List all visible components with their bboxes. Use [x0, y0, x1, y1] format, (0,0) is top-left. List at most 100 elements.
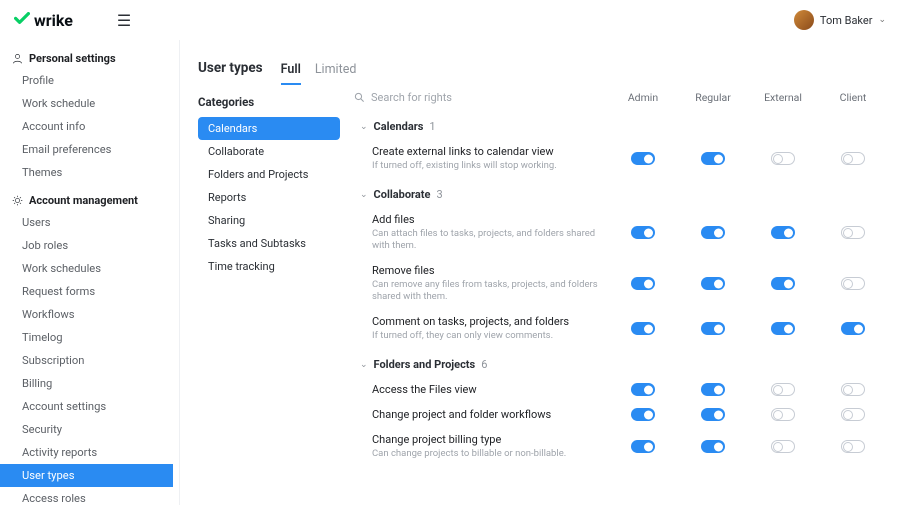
right-desc: If turned off, they can only view commen… [372, 330, 608, 342]
group-header[interactable]: ⌄Calendars 1 [354, 110, 894, 139]
toggle[interactable] [771, 383, 795, 396]
toggle[interactable] [631, 408, 655, 421]
sidebar-section-personal: Personal settings [0, 48, 179, 69]
sidebar-item[interactable]: Account info [0, 115, 179, 138]
toggle[interactable] [771, 226, 795, 239]
toggle[interactable] [841, 383, 865, 396]
toggle[interactable] [841, 322, 865, 335]
toggle[interactable] [701, 383, 725, 396]
logo[interactable]: wrike [14, 11, 73, 30]
toggle[interactable] [841, 152, 865, 165]
category-item[interactable]: Reports [198, 186, 340, 209]
sidebar-item[interactable]: Security [0, 418, 179, 441]
menu-toggle-icon[interactable]: ☰ [117, 11, 131, 30]
toggle[interactable] [841, 277, 865, 290]
toggle[interactable] [771, 322, 795, 335]
sidebar-item[interactable]: User types [0, 464, 173, 487]
main: User types Full Limited Categories Calend… [180, 0, 900, 505]
right-row: Add filesCan attach files to tasks, proj… [354, 207, 894, 258]
right-title: Remove files [372, 264, 608, 277]
sidebar-item[interactable]: Work schedules [0, 257, 179, 280]
right-row: Comment on tasks, projects, and folders I… [354, 309, 894, 348]
logo-text: wrike [34, 11, 73, 30]
column-header: Client [818, 91, 888, 104]
group-count: 3 [436, 188, 442, 201]
category-item[interactable]: Time tracking [198, 255, 340, 278]
sidebar-item[interactable]: Job roles [0, 234, 179, 257]
toggle[interactable] [771, 277, 795, 290]
group-name: Collaborate [374, 188, 431, 201]
right-desc: Can attach files to tasks, projects, and… [372, 228, 608, 252]
toggle[interactable] [631, 322, 655, 335]
toggle[interactable] [701, 408, 725, 421]
toggle[interactable] [771, 152, 795, 165]
category-item[interactable]: Tasks and Subtasks [198, 232, 340, 255]
toggle[interactable] [701, 226, 725, 239]
right-title: Comment on tasks, projects, and folders [372, 315, 608, 328]
toggle[interactable] [701, 152, 725, 165]
toggle[interactable] [701, 322, 725, 335]
group-header[interactable]: ⌄Collaborate 3 [354, 178, 894, 207]
category-item[interactable]: Calendars [198, 117, 340, 140]
sidebar-section-account-label: Account management [29, 194, 138, 207]
toggle[interactable] [631, 277, 655, 290]
category-item[interactable]: Collaborate [198, 140, 340, 163]
sidebar-item[interactable]: Billing [0, 372, 179, 395]
column-header: Regular [678, 91, 748, 104]
search-placeholder: Search for rights [371, 91, 452, 104]
search-input[interactable]: Search for rights [354, 91, 608, 104]
sidebar-section-personal-label: Personal settings [29, 52, 116, 65]
sidebar-item[interactable]: Email preferences [0, 138, 179, 161]
sidebar-item[interactable]: Activity reports [0, 441, 179, 464]
toggle[interactable] [631, 383, 655, 396]
page-header: User types Full Limited [180, 44, 900, 83]
sidebar-item[interactable]: Users [0, 211, 179, 234]
rights-header: Search for rights AdminRegularExternalCl… [354, 91, 894, 110]
category-item[interactable]: Folders and Projects [198, 163, 340, 186]
page-title: User types [198, 60, 263, 76]
topbar: wrike ☰ Tom Baker ⌄ [0, 0, 900, 40]
toggle[interactable] [771, 440, 795, 453]
categories-heading: Categories [198, 91, 348, 117]
sidebar-section-account: Account management [0, 190, 179, 211]
sidebar-item[interactable]: Profile [0, 69, 179, 92]
right-row: Access the Files view [354, 377, 894, 402]
group-count: 1 [429, 120, 435, 133]
toggle[interactable] [631, 226, 655, 239]
right-row: Create external links to calendar viewIf… [354, 139, 894, 178]
sidebar-item[interactable]: Work schedule [0, 92, 179, 115]
chevron-down-icon: ⌄ [360, 122, 368, 132]
rights-table: Search for rights AdminRegularExternalCl… [348, 91, 894, 504]
sidebar-item[interactable]: Account settings [0, 395, 179, 418]
toggle[interactable] [841, 226, 865, 239]
sidebar-item[interactable]: Subscription [0, 349, 179, 372]
sidebar-item[interactable]: Request forms [0, 280, 179, 303]
tab[interactable]: Full [281, 62, 301, 85]
toggle[interactable] [701, 277, 725, 290]
chevron-down-icon: ⌄ [360, 360, 368, 370]
sidebar: Personal settings ProfileWork scheduleAc… [0, 0, 180, 505]
sidebar-item[interactable]: Workflows [0, 303, 179, 326]
right-row: Change project and folder workflows [354, 402, 894, 427]
user-icon [12, 53, 23, 64]
right-title: Change project and folder workflows [372, 408, 608, 421]
toggle[interactable] [771, 408, 795, 421]
group-header[interactable]: ⌄Folders and Projects 6 [354, 348, 894, 377]
category-item[interactable]: Sharing [198, 209, 340, 232]
toggle[interactable] [631, 440, 655, 453]
right-title: Access the Files view [372, 383, 608, 396]
sidebar-item[interactable]: Themes [0, 161, 179, 184]
right-desc: If turned off, existing links will stop … [372, 160, 608, 172]
user-menu[interactable]: Tom Baker ⌄ [794, 10, 886, 30]
column-header: Admin [608, 91, 678, 104]
sidebar-item[interactable]: Access roles [0, 487, 179, 505]
toggle[interactable] [841, 408, 865, 421]
group-name: Folders and Projects [374, 358, 476, 371]
toggle[interactable] [841, 440, 865, 453]
toggle[interactable] [631, 152, 655, 165]
sidebar-item[interactable]: Timelog [0, 326, 179, 349]
right-desc: Can change projects to billable or non-b… [372, 448, 608, 460]
tab[interactable]: Limited [315, 62, 357, 83]
search-icon [354, 92, 365, 103]
toggle[interactable] [701, 440, 725, 453]
